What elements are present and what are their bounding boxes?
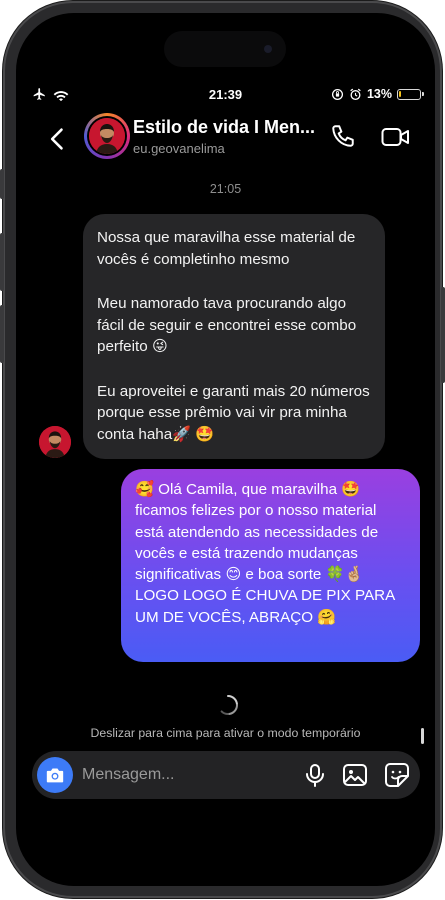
- scroll-indicator: [421, 728, 424, 744]
- volume-up-button: [0, 233, 4, 291]
- microphone-icon[interactable]: [304, 763, 326, 787]
- message-input[interactable]: [82, 761, 282, 789]
- battery-percent: 13%: [366, 87, 392, 101]
- rotation-lock-icon: [331, 88, 343, 100]
- battery-level: [399, 90, 401, 97]
- chat-username[interactable]: eu.geovanelima: [133, 141, 225, 156]
- vanish-mode-hint: Deslizar para cima para ativar o modo te…: [90, 726, 361, 740]
- battery-icon: [397, 88, 424, 100]
- alarm-icon: [350, 88, 361, 100]
- phone-frame: 21:39 13% Estilo de vida I Men... eu.geo…: [0, 1, 445, 898]
- back-chevron-icon[interactable]: [44, 125, 72, 153]
- incoming-paragraph: Meu namorado tava procurando algo fácil …: [97, 295, 357, 355]
- outgoing-message[interactable]: 🥰 Olá Camila, que maravilha 🤩 ficamos fe…: [121, 469, 420, 662]
- action-button: [0, 169, 4, 199]
- chat-header: Estilo de vida I Men... eu.geovanelima: [16, 111, 435, 163]
- incoming-paragraph: Nossa que maravilha esse material de voc…: [97, 229, 356, 268]
- status-bar: 21:39 13%: [16, 85, 435, 105]
- sender-avatar[interactable]: [39, 426, 71, 458]
- screen: 21:39 13% Estilo de vida I Men... eu.geo…: [16, 13, 435, 886]
- message-composer: [32, 751, 420, 799]
- message-timestamp: 21:05: [209, 182, 242, 196]
- camera-icon: [46, 768, 64, 783]
- video-call-icon[interactable]: [381, 125, 411, 149]
- profile-avatar[interactable]: [84, 113, 130, 159]
- loading-spinner-icon: [220, 695, 238, 716]
- incoming-message[interactable]: Nossa que maravilha esse material de voc…: [83, 214, 385, 459]
- power-button: [441, 287, 445, 383]
- volume-down-button: [0, 305, 4, 363]
- dynamic-island: [164, 31, 286, 67]
- phone-call-icon[interactable]: [330, 123, 356, 149]
- gallery-icon[interactable]: [342, 763, 368, 787]
- chat-title[interactable]: Estilo de vida I Men...: [133, 117, 321, 138]
- sticker-icon[interactable]: [384, 762, 410, 788]
- incoming-paragraph: Eu aproveitei e garanti mais 20 números …: [97, 382, 370, 443]
- camera-button[interactable]: [37, 757, 73, 793]
